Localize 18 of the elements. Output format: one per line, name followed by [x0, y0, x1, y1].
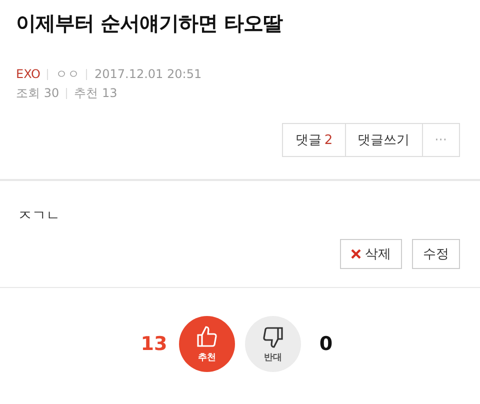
recommends-label: 추천 [74, 85, 98, 102]
close-icon [351, 249, 361, 259]
recommends-count: 13 [102, 85, 118, 102]
upvote-button[interactable]: 추천 [179, 316, 235, 372]
post-datetime: 2017.12.01 20:51 [94, 66, 202, 83]
author-name: ㅇㅇ [55, 66, 80, 83]
delete-button[interactable]: 삭제 [340, 239, 402, 269]
thumbs-down-icon [261, 324, 285, 348]
downvote-button[interactable]: 반대 [245, 316, 301, 372]
views-label: 조회 [16, 85, 40, 102]
downvote-count: 0 [318, 333, 334, 355]
edit-button[interactable]: 수정 [412, 239, 460, 269]
thumbs-up-icon [195, 324, 219, 348]
board-link[interactable]: EXO [16, 65, 40, 84]
post-title: 이제부터 순서얘기하면 타오딸 [16, 10, 284, 37]
post-body: ㅈㄱㄴ [18, 207, 61, 225]
upvote-count: 13 [140, 333, 168, 355]
views-count: 30 [44, 85, 60, 102]
